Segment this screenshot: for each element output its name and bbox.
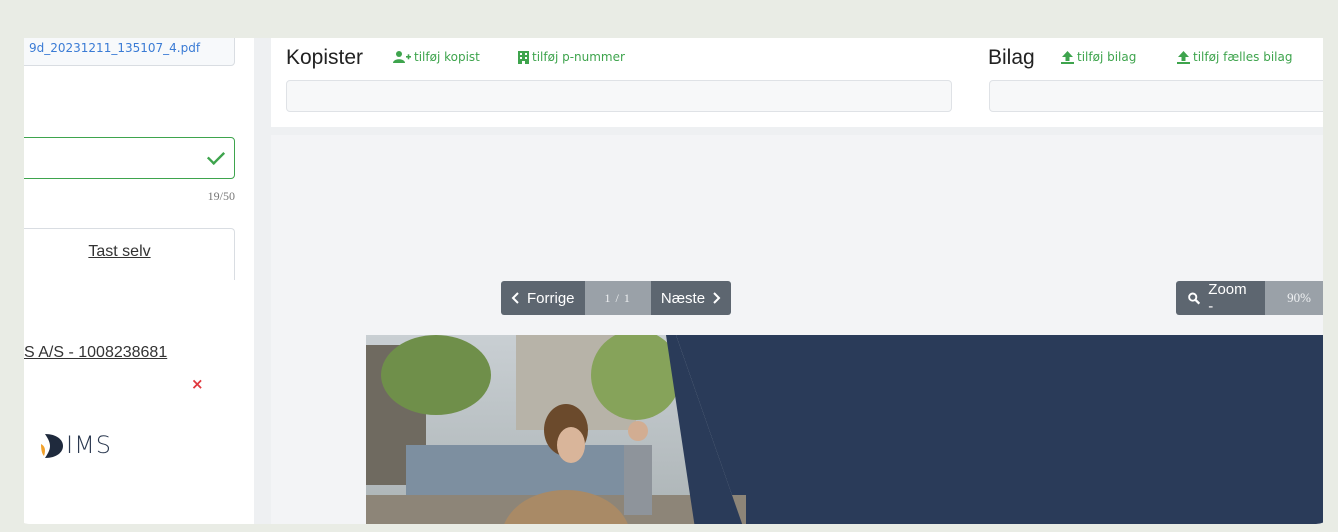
- tast-selv-label: Tast selv: [88, 243, 151, 260]
- document-page: [366, 335, 1323, 524]
- remove-icon[interactable]: ×: [191, 375, 204, 393]
- document-viewer: Forrige 1 / 1 Næste Zoom - 90%: [271, 135, 1323, 524]
- magnifier-icon: [1188, 292, 1201, 304]
- add-attachment-link[interactable]: tilføj bilag: [1061, 50, 1136, 64]
- upload-icon: [1061, 50, 1074, 64]
- next-page-button[interactable]: Næste: [650, 281, 732, 315]
- bilag-input[interactable]: [989, 80, 1323, 112]
- validated-input[interactable]: [24, 137, 235, 179]
- kopister-input[interactable]: [286, 80, 952, 112]
- top-bar: Kopister tilføj kopist tilføj p-nummer B…: [271, 38, 1323, 127]
- character-counter: 19/50: [207, 189, 235, 203]
- tast-selv-button[interactable]: Tast selv: [24, 228, 235, 280]
- add-p-number-link[interactable]: tilføj p-nummer: [518, 50, 625, 64]
- left-panel: 9d_20231211_135107_4.pdf 19/50 Tast selv…: [24, 38, 254, 524]
- building-icon: [518, 50, 529, 64]
- add-shared-attachment-label: tilføj fælles bilag: [1193, 50, 1293, 64]
- file-name-field[interactable]: 9d_20231211_135107_4.pdf: [24, 38, 235, 66]
- next-page-label: Næste: [660, 289, 706, 307]
- logo-text: IMS: [66, 431, 113, 459]
- chevron-left-icon: [511, 292, 519, 304]
- upload-icon: [1177, 50, 1190, 64]
- ims-logo-mark-icon: [41, 434, 63, 458]
- add-copyist-link[interactable]: tilføj kopist: [393, 50, 480, 64]
- add-copyist-label: tilføj kopist: [414, 50, 480, 64]
- pagination: Forrige 1 / 1 Næste: [501, 281, 732, 315]
- page-indicator: 1 / 1: [584, 281, 651, 315]
- bilag-title: Bilag: [988, 46, 1035, 69]
- add-attachment-label: tilføj bilag: [1077, 50, 1137, 64]
- zoom-out-button[interactable]: Zoom -: [1176, 281, 1266, 315]
- company-link[interactable]: S A/S - 1008238681: [24, 344, 167, 362]
- screenshot-frame: 9d_20231211_135107_4.pdf 19/50 Tast selv…: [12, 12, 1334, 524]
- ims-logo: IMS: [24, 420, 254, 524]
- chevron-right-icon: [713, 292, 721, 304]
- user-plus-icon: [393, 51, 411, 63]
- add-p-number-label: tilføj p-nummer: [532, 50, 625, 64]
- street-photo: [366, 335, 746, 524]
- add-shared-attachment-link[interactable]: tilføj fælles bilag: [1177, 50, 1292, 64]
- zoom-level: 90%: [1265, 281, 1323, 315]
- prev-page-label: Forrige: [527, 289, 575, 307]
- prev-page-button[interactable]: Forrige: [501, 281, 585, 315]
- check-icon: [206, 146, 226, 166]
- zoom-out-label: Zoom -: [1208, 281, 1247, 315]
- zoom-controls: Zoom - 90%: [1176, 281, 1323, 315]
- app-window: 9d_20231211_135107_4.pdf 19/50 Tast selv…: [24, 38, 1323, 524]
- kopister-title: Kopister: [286, 46, 364, 69]
